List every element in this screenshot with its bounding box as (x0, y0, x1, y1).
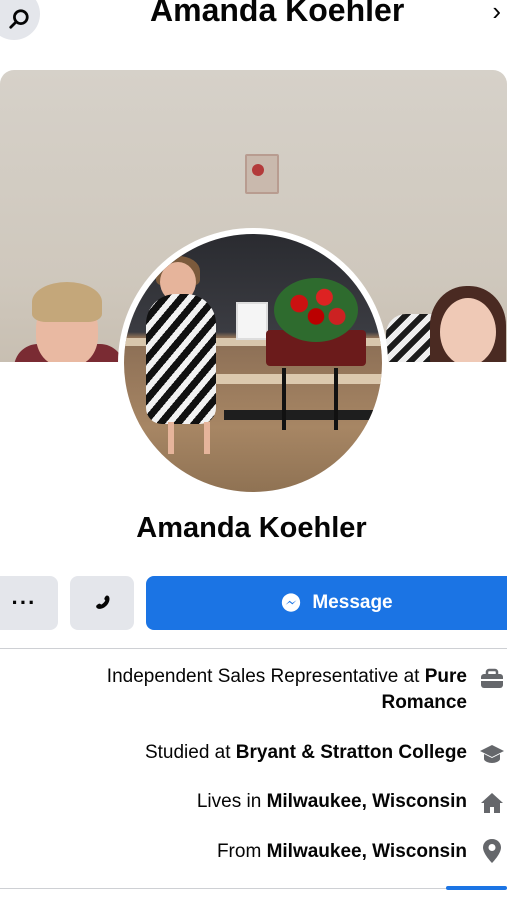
more-options-button[interactable]: ··· (0, 576, 58, 630)
graduation-cap-icon (479, 741, 505, 767)
detail-education: Studied at Bryant & Stratton College (144, 742, 467, 763)
bottom-accent-bar (446, 886, 507, 890)
profile-photo (124, 234, 382, 492)
location-pin-icon (479, 838, 505, 864)
cover-fire-alarm (245, 154, 279, 194)
profile-picture[interactable] (118, 228, 388, 498)
profile-name: Amanda Koehler (136, 512, 367, 544)
search-button[interactable] (0, 0, 40, 40)
phone-icon (96, 595, 110, 609)
detail-work: Independent Sales Representative at Pure… (106, 666, 467, 713)
cover-person-right (386, 284, 507, 362)
briefcase-icon (479, 666, 505, 692)
messenger-icon (282, 593, 301, 612)
home-icon (479, 790, 505, 816)
bottom-divider (0, 888, 507, 889)
message-button-label: Message (312, 592, 393, 613)
header-title: Amanda Koehler (150, 0, 405, 28)
detail-from: From Milwaukee, Wisconsin (216, 841, 467, 862)
more-icon: ··· (11, 590, 37, 615)
call-button[interactable] (70, 576, 134, 630)
back-arrow-icon[interactable]: › (492, 0, 501, 27)
section-divider (0, 648, 507, 649)
message-button[interactable]: Message (146, 576, 507, 630)
detail-lives: Lives in Milwaukee, Wisconsin (196, 791, 467, 812)
cover-person-left (14, 282, 124, 362)
search-icon (9, 9, 29, 29)
